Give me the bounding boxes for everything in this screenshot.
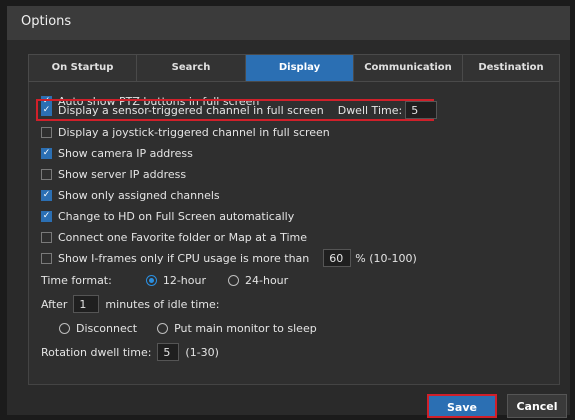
option-label: Show camera IP address	[58, 146, 193, 160]
time-format-row: Time format: 12-hour 24-hour	[41, 272, 288, 288]
idle-prefix-label: After	[41, 297, 68, 311]
option-label: Connect one Favorite folder or Map at a …	[58, 230, 307, 244]
time-format-label: Time format:	[41, 273, 112, 287]
radio-unselected-icon[interactable]	[157, 322, 169, 334]
option-sensor-triggered[interactable]: ✓ Display a sensor-triggered channel in …	[41, 101, 438, 119]
tab-on-startup[interactable]: On Startup	[29, 55, 137, 81]
option-server-ip[interactable]: Show server IP address	[41, 166, 186, 182]
checkbox-checked-icon[interactable]: ✓	[41, 210, 52, 222]
display-settings-panel: ✓ Auto show PTZ buttons in full screen ✓…	[28, 82, 560, 385]
time-format-24-label[interactable]: 24-hour	[245, 274, 288, 287]
cpu-usage-range: % (10-100)	[355, 251, 417, 265]
cpu-usage-input[interactable]: 60	[323, 249, 352, 267]
title-bar: Options	[7, 6, 570, 40]
checkbox-checked-icon[interactable]: ✓	[41, 189, 52, 201]
checkbox-unchecked-icon[interactable]	[41, 168, 52, 180]
dialog-title: Options	[21, 14, 72, 29]
idle-sleep-label[interactable]: Put main monitor to sleep	[174, 322, 317, 335]
tab-communication[interactable]: Communication	[354, 55, 463, 81]
checkbox-unchecked-icon[interactable]	[41, 231, 52, 243]
option-label: Show only assigned channels	[58, 188, 220, 202]
dwell-time-label: Dwell Time:	[337, 103, 403, 117]
option-favorite-folder[interactable]: Connect one Favorite folder or Map at a …	[41, 229, 307, 245]
rotation-dwell-row: Rotation dwell time: 5 (1-30)	[41, 343, 219, 361]
option-camera-ip[interactable]: ✓ Show camera IP address	[41, 145, 193, 161]
checkbox-checked-icon[interactable]: ✓	[41, 104, 52, 116]
tab-search[interactable]: Search	[137, 55, 246, 81]
rotation-dwell-input[interactable]: 5	[157, 343, 180, 361]
option-label: Show server IP address	[58, 167, 187, 181]
option-joystick-triggered[interactable]: Display a joystick-triggered channel in …	[41, 124, 330, 140]
rotation-dwell-label: Rotation dwell time:	[41, 345, 152, 359]
option-label: Change to HD on Full Screen automaticall…	[58, 209, 295, 223]
radio-unselected-icon[interactable]	[59, 322, 70, 334]
option-hd-fullscreen[interactable]: ✓ Change to HD on Full Screen automatica…	[41, 208, 294, 224]
checkbox-unchecked-icon[interactable]	[41, 126, 52, 138]
idle-action-row: Disconnect Put main monitor to sleep	[59, 320, 317, 336]
option-iframes[interactable]: Show I-frames only if CPU usage is more …	[41, 249, 417, 267]
option-assigned-channels[interactable]: ✓ Show only assigned channels	[41, 187, 220, 203]
idle-disconnect-label[interactable]: Disconnect	[76, 322, 137, 335]
option-label: Show I-frames only if CPU usage is more …	[58, 251, 310, 265]
dwell-time-input[interactable]: 5	[405, 101, 438, 119]
rotation-dwell-range: (1-30)	[185, 345, 219, 359]
cancel-button[interactable]: Cancel	[507, 394, 567, 418]
tab-bar: On Startup Search Display Communication …	[28, 54, 560, 82]
save-button[interactable]: Save	[427, 394, 497, 418]
idle-time-row: After 1 minutes of idle time:	[41, 295, 220, 313]
time-format-12-label[interactable]: 12-hour	[163, 274, 206, 287]
radio-selected-icon[interactable]	[145, 274, 157, 286]
idle-minutes-input[interactable]: 1	[73, 295, 100, 313]
option-label: Display a sensor-triggered channel in fu…	[58, 103, 324, 117]
checkbox-unchecked-icon[interactable]	[41, 252, 52, 264]
tab-display[interactable]: Display	[246, 55, 354, 81]
tab-destination[interactable]: Destination	[463, 55, 559, 81]
options-dialog: Options On Startup Search Display Commun…	[7, 6, 570, 418]
idle-suffix-label: minutes of idle time:	[105, 297, 220, 311]
radio-unselected-icon[interactable]	[228, 274, 239, 286]
checkbox-checked-icon[interactable]: ✓	[41, 147, 52, 159]
option-label: Display a joystick-triggered channel in …	[58, 125, 330, 139]
